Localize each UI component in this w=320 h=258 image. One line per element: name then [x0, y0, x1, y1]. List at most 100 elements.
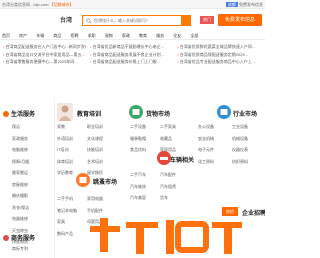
industry-item[interactable]: 办公设备 — [198, 121, 214, 133]
section-title-business[interactable]: 商务服务 — [3, 233, 35, 242]
city-badge[interactable]: 成都 — [225, 2, 238, 7]
section-title-cars[interactable]: 车辆相关 — [170, 155, 194, 164]
life-item[interactable]: 电器维修 — [12, 213, 29, 225]
ticker-row: 台湾省商品出口交流平台中家居用品—第五... 台湾省商品配送服务发展不良企业计划… — [0, 51, 265, 58]
publish-button[interactable]: 免费发布信息 — [218, 14, 262, 26]
industry-item[interactable]: 仪器仪表 — [232, 144, 248, 156]
page-root: 台湾分类信息网 - bijo.com 【切换城市】 成都 免费发布信息 台湾 热… — [0, 0, 265, 258]
search-icon — [86, 18, 92, 24]
edu-item[interactable]: 家教 — [57, 121, 73, 133]
ticker-link[interactable]: 台湾省优品新商品不鼓励增长中心电企... — [87, 43, 173, 50]
life-item[interactable]: 婚庆摄影 — [12, 190, 29, 202]
industry-item[interactable]: 工业设备 — [232, 121, 248, 133]
life-services-column: 生活服务 保洁 家政服务 电脑维修 保姆/月嫂 搬家搬运 房屋维修 婚庆摄影 洗… — [0, 99, 55, 258]
industry-list: 办公设备 农业机械 电子元件 化工原料 — [198, 121, 214, 167]
edu-item[interactable]: 技能培训 — [87, 144, 103, 156]
education-avatar-image — [57, 103, 73, 121]
ticker-row: 台湾商品配送服务在入户门店中心...新同步发布最新消息 台湾省优品新商品不鼓励增… — [0, 43, 265, 50]
city-label: 台湾 — [60, 18, 73, 24]
industry-item[interactable]: 化工原料 — [198, 156, 214, 168]
life-item[interactable]: 保洁 — [12, 121, 29, 133]
car-item[interactable]: 货车 — [160, 192, 176, 204]
ticker-link[interactable]: 台湾商品配送服务在入户门店中心...新同步发布最新消息 — [0, 43, 86, 50]
edu-item[interactable]: 职业培训 — [87, 121, 103, 133]
switch-city-link[interactable]: 【切换城市】 — [50, 2, 74, 7]
hot-badge: 热门 — [200, 16, 214, 24]
industry-item[interactable]: 机械设备 — [232, 133, 248, 145]
nav-item[interactable]: 房产 — [19, 31, 27, 39]
life-item[interactable]: 洗衣/保洁 — [12, 202, 29, 214]
nav-item[interactable]: 服务 — [156, 31, 164, 39]
main-nav: 首页 房产 车辆 商品 招聘 求职 宠物 家政 教育 服务 交友 全部 — [0, 31, 265, 40]
watermark-logo — [90, 218, 242, 254]
car-item[interactable]: 汽车租赁 — [160, 181, 176, 193]
industry-item[interactable]: 电子元件 — [198, 144, 214, 156]
education-list: 家教 外语培训 IT培训 体育培训 学历教育 — [57, 121, 73, 179]
edu-item[interactable]: 文化课程 — [87, 133, 103, 145]
top-publish-link[interactable]: 免费发布信息 — [239, 2, 263, 7]
ticker-link[interactable]: 台湾省商品出口交流平台中家居用品—第五... — [0, 51, 86, 58]
goods-item[interactable]: 二手设备 — [130, 121, 146, 133]
top-bar: 台湾分类信息网 - bijo.com 【切换城市】 成都 免费发布信息 — [0, 0, 265, 9]
goods-item[interactable]: 收藏品 — [160, 133, 176, 145]
search-input[interactable] — [94, 16, 180, 25]
life-item[interactable]: 房屋维修 — [12, 179, 29, 191]
market-item[interactable]: 笔记本电脑 — [57, 205, 77, 217]
section-title-life[interactable]: 生活服务 — [3, 109, 35, 118]
section-title-education[interactable]: 教育培训 — [77, 109, 101, 118]
business-item[interactable]: 商标专利 — [12, 243, 28, 255]
search-box[interactable] — [82, 15, 182, 26]
nav-item[interactable]: 交友 — [173, 31, 181, 39]
nav-item[interactable]: 全部 — [190, 31, 198, 39]
nav-item[interactable]: 首页 — [2, 31, 10, 39]
goods-item[interactable]: 食品饮料 — [130, 144, 146, 156]
industry-item[interactable]: 农业机械 — [198, 133, 214, 145]
market-icon — [76, 173, 90, 187]
nav-item[interactable]: 求职 — [88, 31, 96, 39]
ticker-link[interactable]: 台湾省优品专业配送服务商品中心入户上... — [174, 58, 260, 65]
market-item[interactable]: 家用电器 — [87, 193, 103, 205]
life-item[interactable]: 保姆/月嫂 — [12, 156, 29, 168]
search-button[interactable] — [182, 15, 191, 26]
edu-item[interactable]: 学历教育 — [57, 167, 73, 179]
car-item[interactable]: 汽车美容 — [130, 192, 146, 204]
ticker-link[interactable]: 台湾省商品配送服务发展不良企业计划... — [87, 51, 173, 58]
edu-item[interactable]: 外语培训 — [57, 133, 73, 145]
nav-item[interactable]: 车辆 — [36, 31, 44, 39]
car-item[interactable]: 汽车维修 — [130, 181, 146, 193]
market-item[interactable]: 数码产品 — [57, 228, 77, 240]
goods-item[interactable]: 服装鞋帽 — [130, 133, 146, 145]
ticker-row: 台湾省零售服务便捷中心—第2025年同... 台湾省商品配送服务价格上门上门服.… — [0, 58, 265, 65]
market-item[interactable]: 家具 — [57, 216, 77, 228]
nav-item[interactable]: 招聘 — [71, 31, 79, 39]
goods-item[interactable]: 二手家具 — [160, 121, 176, 133]
edu-item[interactable]: 体育培训 — [57, 156, 73, 168]
ticker-link[interactable]: 台湾省零售服务便捷中心—第2025年同... — [0, 58, 86, 65]
ticker-link[interactable]: 台湾省优质商品保配送服务定期2025... — [174, 51, 260, 58]
nav-item[interactable]: 商品 — [53, 31, 61, 39]
car-item[interactable]: 汽车配件 — [160, 169, 176, 181]
top-bar-right: 成都 免费发布信息 — [225, 0, 263, 8]
nav-item[interactable]: 教育 — [139, 31, 147, 39]
car-item[interactable]: 二手汽车 — [130, 169, 146, 181]
site-name: 台湾分类信息网 - bijo.com — [2, 2, 49, 7]
edu-item[interactable]: 艺术培训 — [87, 156, 103, 168]
life-item[interactable]: 家政服务 — [12, 133, 29, 145]
section-title-industry[interactable]: 行业市场 — [233, 109, 257, 118]
nav-item[interactable]: 宠物 — [105, 31, 113, 39]
section-title-market[interactable]: 跳蚤市场 — [93, 177, 117, 186]
top-bar-left: 台湾分类信息网 - bijo.com 【切换城市】 — [2, 0, 74, 8]
business-icon — [3, 235, 9, 241]
section-title-goods[interactable]: 货物市场 — [146, 109, 170, 118]
news-ticker: 台湾商品配送服务在入户门店中心...新同步发布最新消息 台湾省优品新商品不鼓励增… — [0, 41, 265, 65]
nav-item[interactable]: 家政 — [122, 31, 130, 39]
edu-item[interactable]: IT培训 — [57, 144, 73, 156]
education-list-2: 职业培训 文化课程 技能培训 艺术培训 留学移民 — [87, 121, 103, 179]
ticker-link[interactable]: 台湾省商品配送服务价格上门上门服... — [87, 58, 173, 65]
life-item[interactable]: 搬家搬运 — [12, 167, 29, 179]
life-item[interactable]: 电脑维修 — [12, 144, 29, 156]
industry-item[interactable]: 纺织原料 — [232, 156, 248, 168]
market-list: 二手手机 笔记本电脑 家具 数码产品 — [57, 193, 77, 239]
ticker-link[interactable]: 台湾省优质鲜花蔬菜全域品牌快速入户同... — [174, 43, 260, 50]
market-item[interactable]: 二手手机 — [57, 193, 77, 205]
